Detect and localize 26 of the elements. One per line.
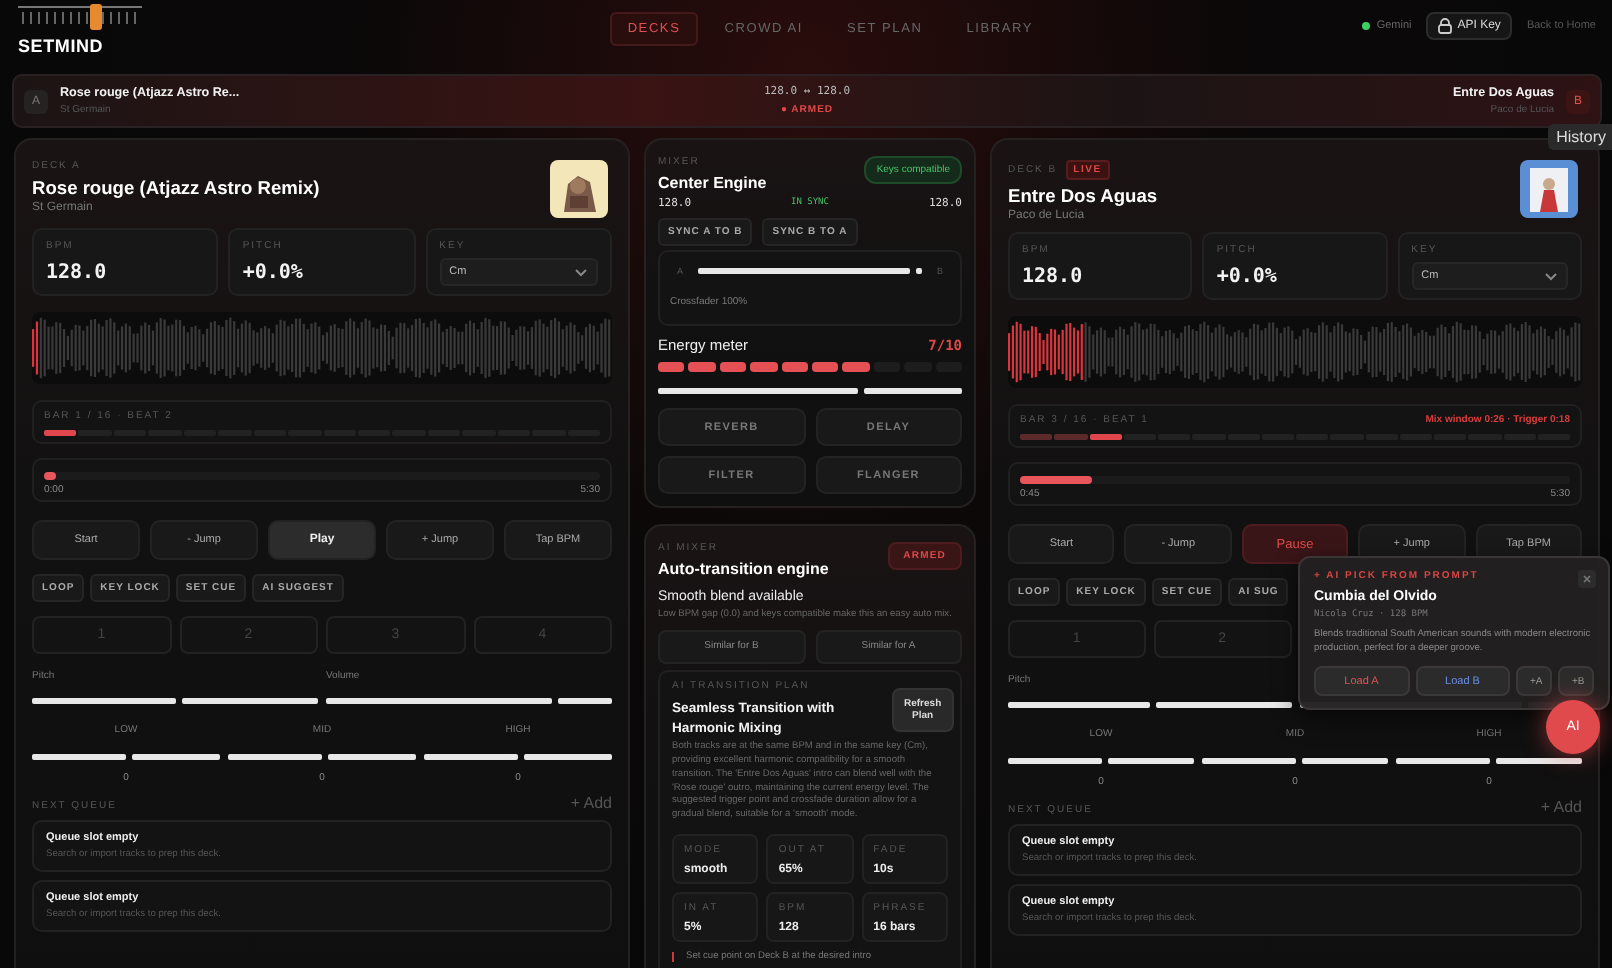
slider[interactable]: [32, 754, 220, 760]
slider[interactable]: [1396, 758, 1582, 764]
slider[interactable]: [1008, 758, 1194, 764]
slider[interactable]: [424, 754, 612, 760]
logo-slider-icon: [18, 4, 142, 30]
slider[interactable]: [326, 698, 612, 704]
track-title: Rose rouge (Atjazz Astro Remix): [32, 178, 320, 198]
slider[interactable]: [32, 698, 318, 704]
slider[interactable]: [1202, 758, 1388, 764]
panel-title: Center Engine: [658, 174, 767, 192]
panel-title: Auto-transition engine: [658, 560, 829, 578]
track-title: Entre Dos Aguas: [1008, 186, 1158, 206]
stat-value: +0.0%: [242, 262, 305, 284]
slider[interactable]: [698, 268, 922, 274]
slider[interactable]: [658, 388, 962, 394]
stat-value: 128.0: [1022, 266, 1085, 288]
slider[interactable]: [228, 754, 416, 760]
lock-icon: [1437, 18, 1452, 34]
chevron-down-icon: [574, 267, 588, 277]
close-icon[interactable]: [1578, 570, 1596, 588]
stat-value: +0.0%: [1216, 266, 1279, 288]
chevron-down-icon: [1544, 271, 1558, 281]
stat-value: 128.0: [46, 262, 109, 284]
logo-text: SETMIND: [18, 36, 106, 56]
history-tab[interactable]: History: [1548, 124, 1612, 150]
slider[interactable]: [1008, 702, 1291, 708]
